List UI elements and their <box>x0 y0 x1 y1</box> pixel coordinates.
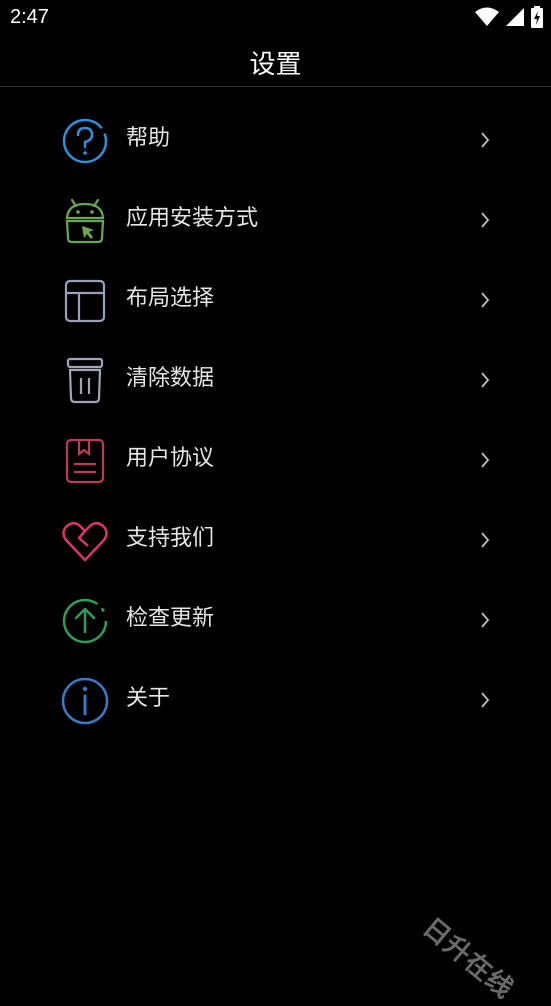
menu-label: 关于 <box>126 686 171 711</box>
menu-label: 用户协议 <box>126 446 215 471</box>
menu-label: 检查更新 <box>126 606 215 631</box>
menu-item-clear-data[interactable]: 清除数据 <box>0 340 551 420</box>
chevron-right-icon <box>478 370 492 390</box>
battery-icon <box>531 6 543 32</box>
menu-item-support-us[interactable]: 支持我们 <box>0 500 551 580</box>
agreement-icon <box>60 436 110 486</box>
trash-icon <box>60 356 110 406</box>
layout-icon <box>60 276 110 326</box>
help-icon <box>60 116 110 166</box>
menu-item-about[interactable]: 关于 <box>0 660 551 740</box>
menu-label: 布局选择 <box>126 286 215 311</box>
menu-item-install-method[interactable]: 应用安装方式 <box>0 180 551 260</box>
chevron-right-icon <box>478 530 492 550</box>
watermark: 日升在线 <box>416 912 519 1006</box>
wifi-icon <box>475 7 499 31</box>
menu-item-user-agreement[interactable]: 用户协议 <box>0 420 551 500</box>
menu-label: 清除数据 <box>126 366 215 391</box>
android-install-icon <box>60 196 110 246</box>
settings-menu: 帮助 应用安装方式 布局选择 清除数据 用户协议 支持我们 检查更新 关于 <box>0 100 551 740</box>
status-bar: 2:47 <box>0 0 551 38</box>
status-time: 2:47 <box>10 6 49 28</box>
update-icon <box>60 596 110 646</box>
chevron-right-icon <box>478 290 492 310</box>
title-bar: 设置 <box>0 38 551 87</box>
chevron-right-icon <box>478 610 492 630</box>
menu-item-layout[interactable]: 布局选择 <box>0 260 551 340</box>
menu-label: 应用安装方式 <box>126 206 259 231</box>
menu-label: 帮助 <box>126 126 171 151</box>
page-title: 设置 <box>249 50 302 80</box>
menu-label: 支持我们 <box>126 526 215 551</box>
info-icon <box>60 676 110 726</box>
chevron-right-icon <box>478 450 492 470</box>
heart-icon <box>60 516 110 566</box>
chevron-right-icon <box>478 690 492 710</box>
menu-item-check-update[interactable]: 检查更新 <box>0 580 551 660</box>
menu-item-help[interactable]: 帮助 <box>0 100 551 180</box>
chevron-right-icon <box>478 210 492 230</box>
status-icons <box>475 6 543 32</box>
signal-icon <box>505 7 525 31</box>
chevron-right-icon <box>478 130 492 150</box>
